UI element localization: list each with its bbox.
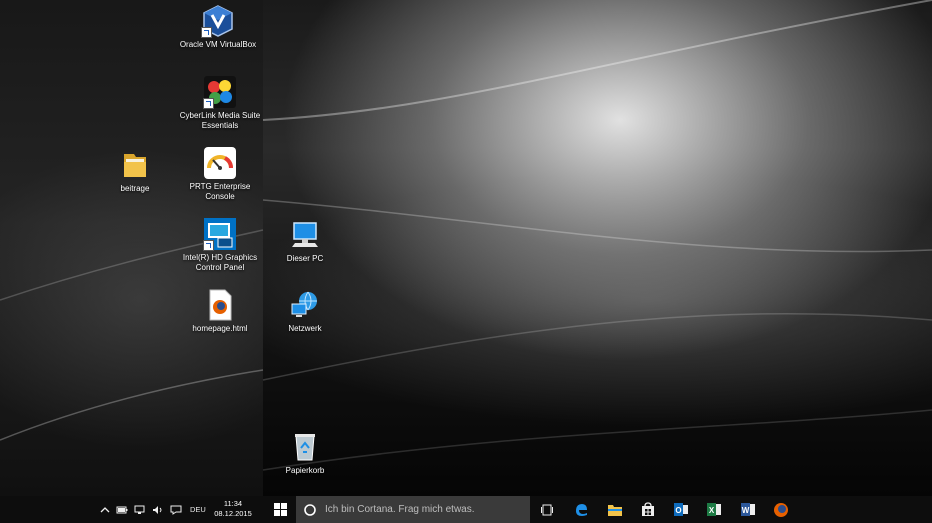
folder-icon [118,148,152,182]
network-icon [288,288,322,322]
desktop-icon-papierkorb[interactable]: Papierkorb [260,430,350,476]
desktop-icon-cyberlink[interactable]: CyberLink Media Suite Essentials [175,75,265,131]
desktop-icon-homepage[interactable]: homepage.html [175,288,265,334]
desktop-icon-label: PRTG Enterprise Console [189,182,251,201]
firefox-icon [774,502,788,517]
shortcut-arrow-icon [203,98,214,109]
file-explorer-icon [608,504,622,516]
excel-icon: X [707,503,721,516]
taskbar-outlook[interactable]: O [667,496,695,523]
desktop-icon-label: beitrage [120,184,150,193]
system-tray: DEU [100,496,206,523]
shortcut-arrow-icon [201,27,212,38]
store-icon [642,502,654,516]
volume-icon[interactable] [152,505,164,515]
desktop-icon-label: CyberLink Media Suite Essentials [179,111,261,130]
taskbar-file-explorer[interactable] [601,496,629,523]
cortana-search-box[interactable]: Ich bin Cortana. Frag mich etwas. [296,496,530,523]
edge-icon [575,504,587,516]
language-indicator[interactable]: DEU [190,505,206,514]
svg-text:X: X [709,506,715,515]
taskbar-edge[interactable] [567,496,595,523]
start-button[interactable] [266,496,294,523]
desktop-icon-intel-graphics[interactable]: Intel(R) HD Graphics Control Panel [175,217,265,273]
desktop-icon-label: Dieser PC [286,254,324,263]
taskbar-store[interactable] [634,496,662,523]
clock-time: 11:34 [223,499,243,508]
intel-graphics-icon [203,217,237,251]
desktop-icon-prtg[interactable]: PRTG Enterprise Console [175,146,265,202]
clock-date: 08.12.2015 [214,509,252,518]
virtualbox-icon [201,4,235,38]
cortana-icon [304,503,316,516]
desktop-icon-label: Oracle VM VirtualBox [179,40,257,49]
cyberlink-icon [203,75,237,109]
svg-text:O: O [675,506,681,515]
word-icon: W [741,503,755,516]
taskbar: DEU 11:34 08.12.2015 Ich bin Cortana. Fr… [0,496,932,523]
desktop-wallpaper [0,0,932,496]
desktop-icon-label: Papierkorb [285,466,325,475]
computer-icon [288,218,322,252]
prtg-icon [203,146,237,180]
network-icon[interactable] [134,505,146,515]
chevron-up-icon[interactable] [100,505,110,515]
desktop-icon-beitrage[interactable]: beitrage [90,148,180,194]
desktop-icon-dieser-pc[interactable]: Dieser PC [260,218,350,264]
taskbar-word[interactable]: W [734,496,762,523]
task-view-button[interactable] [533,496,561,523]
desktop-icon-virtualbox[interactable]: Oracle VM VirtualBox [173,4,263,50]
desktop-icon-netzwerk[interactable]: Netzwerk [260,288,350,334]
shortcut-arrow-icon [203,240,214,251]
desktop-icon-label: Netzwerk [288,324,322,333]
wallpaper-swoosh [0,0,932,471]
task-view-icon [541,504,553,515]
notifications-icon[interactable] [170,505,182,515]
clock[interactable]: 11:34 08.12.2015 [210,499,256,519]
outlook-icon: O [674,503,688,516]
windows-icon [273,503,287,516]
battery-icon[interactable] [116,505,128,515]
search-placeholder: Ich bin Cortana. Frag mich etwas. [325,504,475,515]
taskbar-firefox[interactable] [767,496,795,523]
svg-text:W: W [742,506,750,515]
taskbar-excel[interactable]: X [700,496,728,523]
recycle-bin-icon [288,430,322,464]
desktop-icon-label: homepage.html [192,324,248,333]
firefox-html-icon [203,288,237,322]
desktop-icon-label: Intel(R) HD Graphics Control Panel [182,253,258,272]
